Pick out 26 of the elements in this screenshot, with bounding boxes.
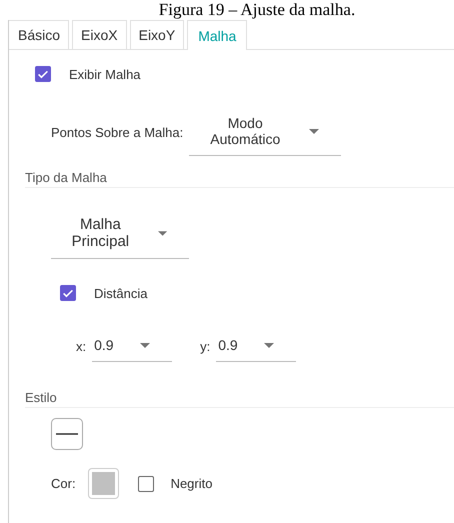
caret-icon	[264, 342, 274, 348]
section-heading: Estilo	[25, 390, 454, 408]
tab[interactable]: EixoX	[72, 20, 127, 49]
checkbox[interactable]	[138, 476, 154, 492]
figure-caption: Figura 19 – Ajuste da malha.	[158, 0, 356, 20]
dropdown[interactable]: Modo Automático	[189, 109, 342, 156]
dropdown[interactable]: Malha Principal	[51, 210, 189, 259]
field-label: Pontos Sobre a Malha:	[51, 125, 184, 140]
checkbox-label: Negrito	[170, 476, 212, 491]
line-style-icon	[56, 433, 78, 435]
section-heading: Tipo da Malha	[25, 170, 454, 188]
checkbox[interactable]	[35, 66, 51, 82]
checkbox-label: Exibir Malha	[69, 66, 141, 82]
checkbox[interactable]	[60, 285, 76, 301]
field-label: x:	[76, 339, 86, 354]
dropdown[interactable]: 0.9	[92, 331, 172, 362]
field-label: Cor:	[51, 476, 76, 491]
tab[interactable]: EixoY	[130, 20, 184, 49]
caret-icon	[140, 342, 150, 348]
field-label: y:	[200, 339, 210, 354]
caret-icon	[309, 128, 320, 134]
caret-icon	[158, 230, 167, 236]
dropdown[interactable]: 0.9	[216, 331, 296, 362]
checkbox-label: Distância	[94, 286, 148, 300]
line-style-button[interactable]	[51, 418, 83, 450]
tab[interactable]: Básico	[9, 20, 70, 49]
